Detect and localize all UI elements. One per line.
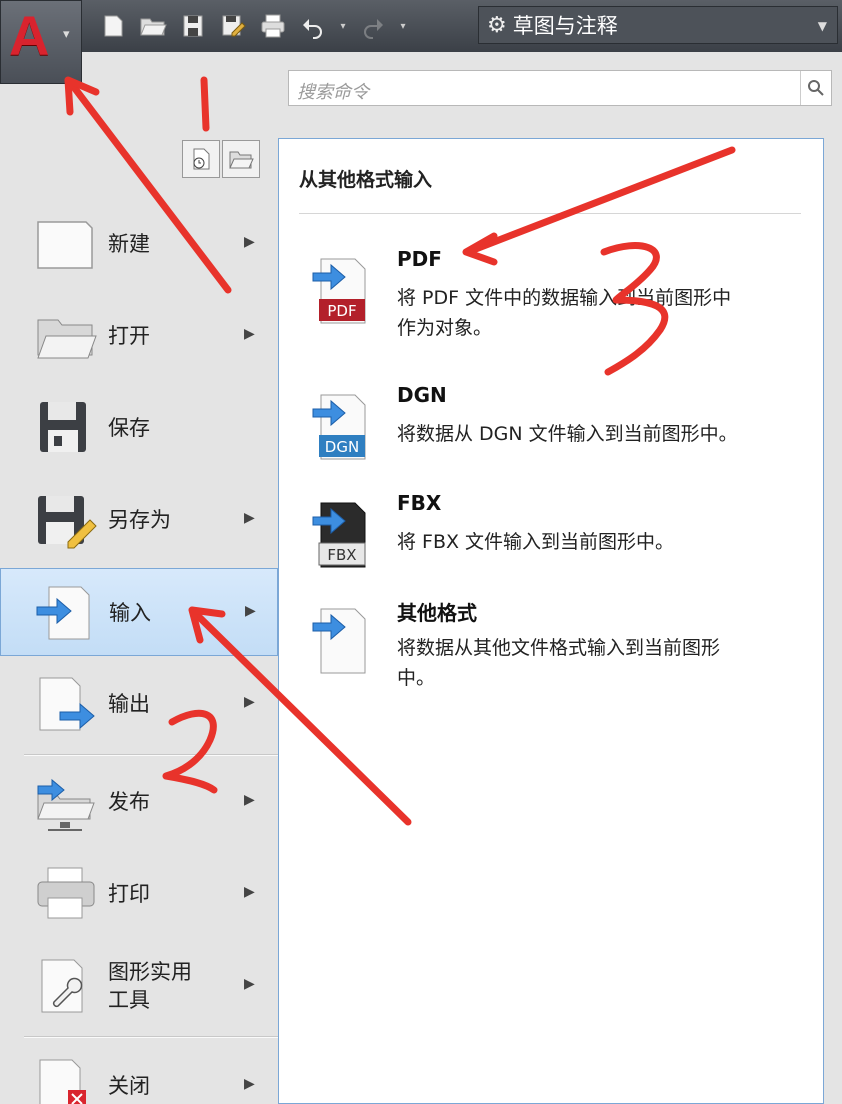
import-icon [35,583,99,643]
wrench-icon [34,956,98,1016]
menu-item-close[interactable]: 关闭 ▶ [0,1042,278,1104]
redo-icon[interactable] [356,9,390,43]
menu-item-label: 打开 [108,324,150,348]
title-bar: ▾ ▾ ⚙ 草图与注释 ▼ [0,0,842,53]
menu-item-save[interactable]: 保存 [0,384,278,472]
fbx-import-icon: FBX [309,499,375,571]
undo-dropdown-icon[interactable]: ▾ [336,21,350,32]
open-documents-icon[interactable] [222,140,260,178]
menu-divider [24,1036,278,1038]
import-dgn-item[interactable]: DGN DGN 将数据从 DGN 文件输入到当前图形中。 [309,383,809,483]
menu-item-label: 保存 [108,416,150,440]
dgn-badge-text: DGN [325,438,359,456]
save-as-icon[interactable] [216,9,250,43]
import-pdf-item[interactable]: PDF PDF 将 PDF 文件中的数据输入到当前图形中 作为对象。 [309,247,809,357]
import-other-formats-item[interactable]: 其他格式 将数据从其他文件格式输入到当前图形 中。 [309,597,809,707]
panel-title: 从其他格式输入 [299,169,433,191]
menu-item-label-line2: 工具 [108,988,150,1012]
workspace-switcher[interactable]: ⚙ 草图与注释 ▼ [478,6,838,44]
dgn-import-icon: DGN [309,391,375,463]
workspace-label: 草图与注释 [512,14,618,38]
pdf-import-icon: PDF [309,255,375,327]
new-document-icon [34,214,98,274]
other-format-import-icon [309,605,375,677]
menu-item-label-line1: 图形实用 [108,960,192,984]
close-document-icon [34,1056,98,1104]
entry-desc-line2: 作为对象。 [397,317,493,339]
gear-icon: ⚙ [487,12,507,38]
chevron-right-icon: ▶ [244,326,255,342]
menu-item-label: 输出 [108,692,150,716]
search-placeholder: 搜索命令 [297,82,369,103]
entry-desc-line2: 中。 [397,667,436,689]
entry-description: 将数据从 DGN 文件输入到当前图形中。 [397,423,738,445]
menu-item-import[interactable]: 输入 ▶ [0,568,278,656]
save-icon [34,398,98,458]
entry-title: FBX [397,491,442,515]
menu-item-publish[interactable]: 发布 ▶ [0,758,278,846]
chevron-right-icon: ▶ [244,510,255,526]
menu-item-new[interactable]: 新建 ▶ [0,200,278,288]
entry-description: 将 PDF 文件中的数据输入到当前图形中 作为对象。 [397,283,797,343]
fbx-badge-text: FBX [327,546,356,564]
application-button[interactable]: A ▾ [0,0,82,84]
menu-item-label: 输入 [109,601,151,625]
entry-description: 将数据从其他文件格式输入到当前图形 中。 [397,633,797,693]
menu-item-save-as[interactable]: 另存为 ▶ [0,476,278,564]
chevron-right-icon: ▶ [244,1076,255,1092]
entry-title: 其他格式 [397,601,477,625]
search-input[interactable]: 搜索命令 [288,70,832,106]
menu-item-label: 新建 [108,232,150,256]
panel-divider [299,213,801,214]
entry-description: 将 FBX 文件输入到当前图形中。 [397,531,675,553]
chevron-right-icon: ▶ [245,603,256,619]
print-icon[interactable] [256,9,290,43]
chevron-right-icon: ▶ [244,976,255,992]
export-icon [34,674,98,734]
recent-documents-icon[interactable] [182,140,220,178]
entry-title: DGN [397,383,447,407]
undo-icon[interactable] [296,9,330,43]
print-icon [34,864,98,924]
chevron-down-icon: ▾ [63,27,70,42]
menu-item-drawing-utilities[interactable]: 图形实用工具 ▶ [0,942,278,1030]
chevron-right-icon: ▶ [244,234,255,250]
import-submenu-panel: 从其他格式输入 PDF PDF 将 PDF 文件中的数据输入到当前图形中 作为对象… [278,138,824,1104]
menu-divider [24,754,278,756]
menu-item-label: 关闭 [108,1074,150,1098]
autocad-application-menu: ▾ ▾ ⚙ 草图与注释 ▼ A ▾ 搜索命令 新建 ▶ 打开 ▶ 保存 另存为 … [0,0,842,1104]
chevron-right-icon: ▶ [244,694,255,710]
save-as-icon [34,490,98,550]
entry-title: PDF [397,247,442,271]
entry-desc-line1: 将 PDF 文件中的数据输入到当前图形中 [397,287,732,309]
open-folder-icon [34,306,98,366]
search-icon[interactable] [800,71,831,105]
entry-desc-line1: 将数据从其他文件格式输入到当前图形 [397,637,721,659]
chevron-right-icon: ▶ [244,792,255,808]
save-icon[interactable] [176,9,210,43]
quick-access-toolbar: ▾ ▾ [96,6,410,46]
redo-dropdown-icon[interactable]: ▾ [396,21,410,32]
menu-item-print[interactable]: 打印 ▶ [0,850,278,938]
pdf-badge-text: PDF [327,302,356,320]
menu-item-label: 图形实用 工具 [108,958,192,1014]
menu-item-label: 另存为 [108,508,171,532]
menu-item-label: 发布 [108,790,150,814]
menu-item-export[interactable]: 输出 ▶ [0,660,278,748]
autocad-logo: A [9,4,50,67]
new-file-icon[interactable] [96,9,130,43]
publish-icon [34,772,98,832]
menu-item-open[interactable]: 打开 ▶ [0,292,278,380]
import-fbx-item[interactable]: FBX FBX 将 FBX 文件输入到当前图形中。 [309,491,809,591]
open-folder-icon[interactable] [136,9,170,43]
recent-documents-toggle [182,140,260,178]
menu-item-label: 打印 [108,882,150,906]
chevron-down-icon: ▼ [817,19,827,33]
chevron-right-icon: ▶ [244,884,255,900]
